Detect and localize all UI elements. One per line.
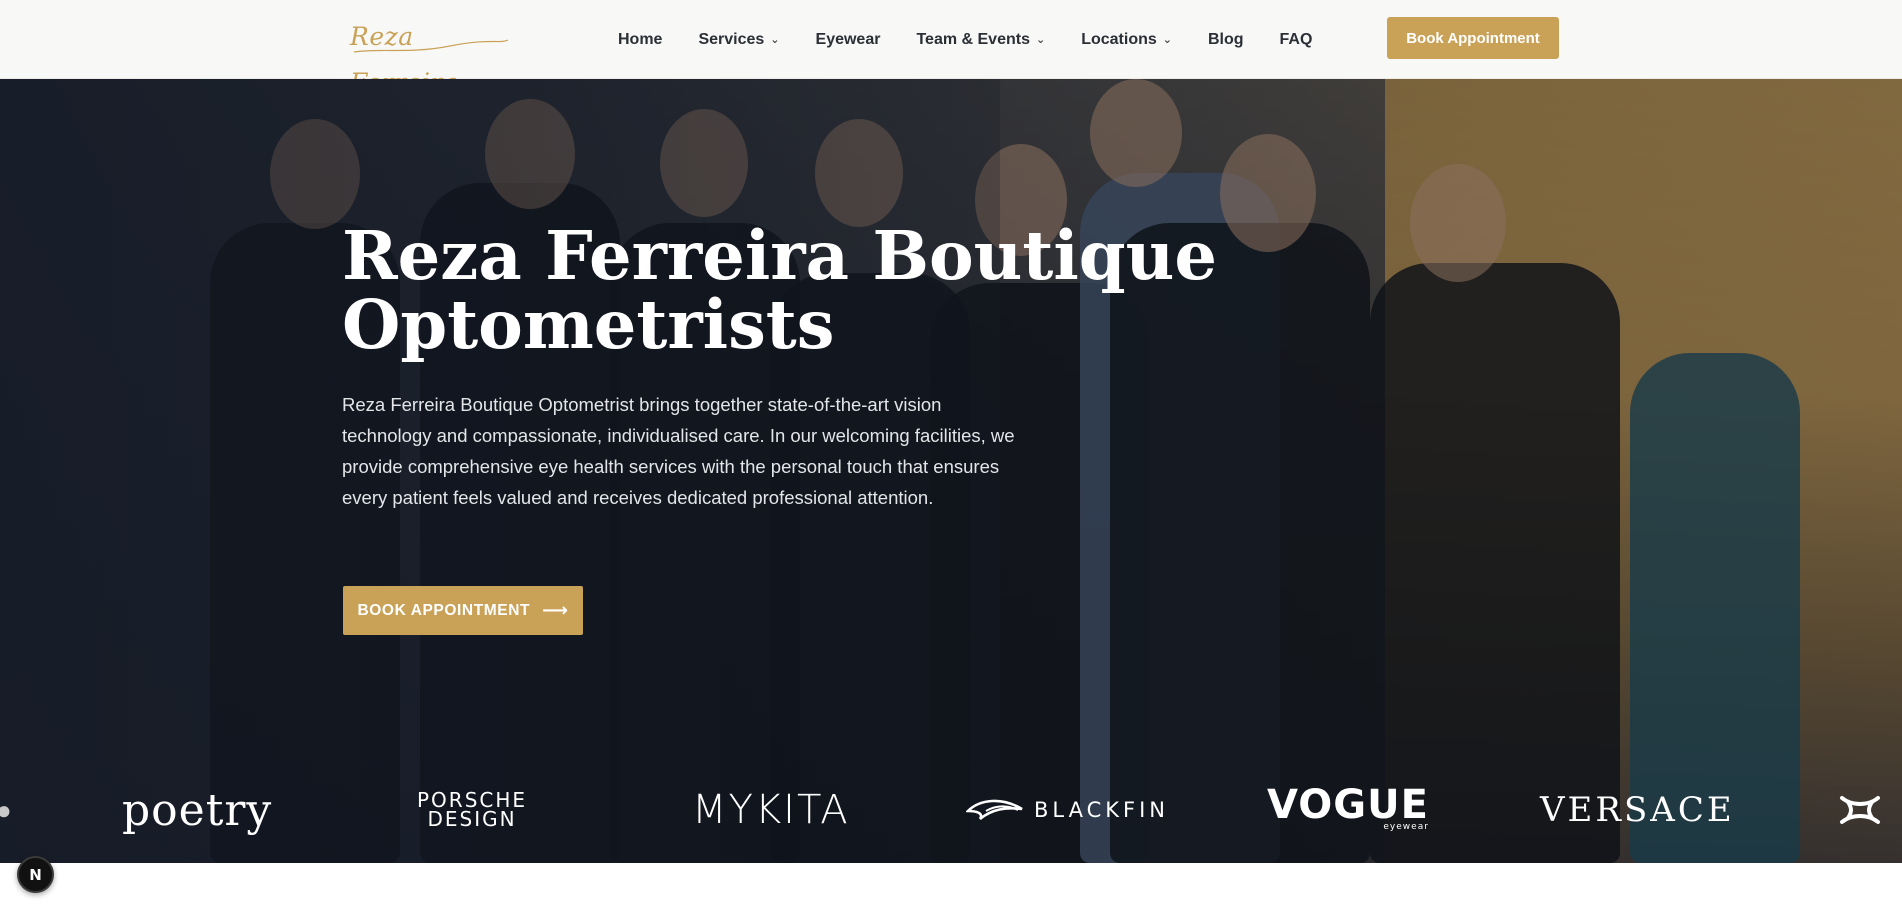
hero-cta-label: BOOK APPOINTMENT (357, 601, 531, 619)
nav-item-blog[interactable]: Blog (1190, 0, 1262, 79)
chevron-down-icon: ⌄ (770, 34, 780, 46)
main-nav: Home Services ⌄ Eyewear Team & Events ⌄ … (600, 0, 1330, 79)
brand-logo-poetry: poetry (122, 784, 273, 836)
brand-logo-blackfin-text: BLACKFIN (1034, 798, 1170, 822)
chevron-down-icon: ⌄ (1162, 34, 1172, 46)
hero-title-line: Reza Ferreira Boutique (342, 216, 1217, 295)
nav-item-locations[interactable]: Locations ⌄ (1063, 0, 1190, 79)
under-armour-logo-icon (1838, 757, 1882, 863)
nav-item-services[interactable]: Services ⌄ (680, 0, 797, 79)
nav-item-eyewear[interactable]: Eyewear (798, 0, 899, 79)
brand-logo-strip: ● poetry PORSCHE DESIGN MYKITA BLACKFIN … (0, 757, 1902, 863)
brand-logo-vogue-text: VOGUE (1267, 782, 1429, 828)
brand-logo-vogue-eyewear: VOGUE eyewear (1267, 757, 1429, 863)
nav-item-home[interactable]: Home (600, 0, 680, 79)
nav-label: Blog (1207, 30, 1244, 48)
chevron-down-icon: ⌄ (1035, 34, 1046, 46)
nav-label: Eyewear (815, 30, 881, 48)
blackfin-fish-icon (966, 799, 1023, 821)
hero-book-appointment-button[interactable]: BOOK APPOINTMENT ⟶ (343, 586, 583, 635)
brand-logo[interactable]: Reza Ferreira (350, 14, 510, 97)
hero-section: Reza Ferreira Boutique Optometrists Reza… (0, 79, 1902, 863)
brand-logo-versace: VERSACE (1540, 790, 1735, 830)
hero-description: Reza Ferreira Boutique Optometrist bring… (342, 394, 1015, 508)
brand-logo-porsche-design: PORSCHE DESIGN (417, 757, 527, 863)
header-book-appointment-button[interactable]: Book Appointment (1387, 17, 1559, 59)
nav-label: FAQ (1279, 30, 1313, 48)
brand-logo-porsche-line2: DESIGN (427, 807, 517, 831)
hero-title: Reza Ferreira Boutique Optometrists (342, 221, 1242, 359)
nav-label: Services (698, 30, 765, 48)
hero-photo-person (1090, 79, 1182, 187)
brand-logo-partial: ● (0, 794, 12, 825)
page-content-start (0, 863, 1902, 906)
nav-label: Locations (1081, 30, 1157, 48)
site-header: Reza Ferreira Home Services ⌄ Eyewear Te… (0, 0, 1902, 97)
nav-item-faq[interactable]: FAQ (1262, 0, 1331, 79)
brand-logo-vogue-sub: eyewear (1383, 822, 1429, 832)
brand-logo-mykita: MYKITA (692, 787, 850, 833)
arrow-right-icon: ⟶ (542, 600, 569, 620)
hero-title-line: Optometrists (342, 285, 835, 364)
hero-photo-person (1410, 164, 1506, 282)
nextjs-dev-badge[interactable]: N (17, 856, 54, 893)
nav-label: Team & Events (916, 30, 1030, 48)
nav-item-team-events[interactable]: Team & Events ⌄ (898, 0, 1063, 79)
nav-label: Home (618, 30, 663, 48)
brand-logo-blackfin: BLACKFIN (966, 757, 1169, 863)
